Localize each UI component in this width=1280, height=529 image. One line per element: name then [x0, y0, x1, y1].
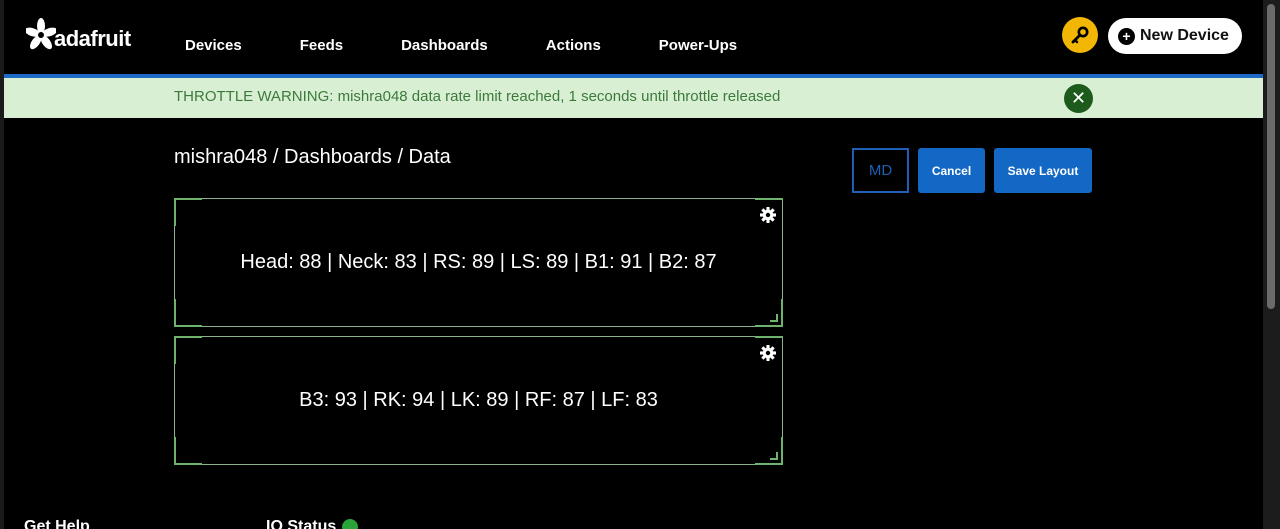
gear-icon[interactable] [760, 207, 776, 223]
new-device-label: New Device [1140, 27, 1229, 44]
page-scrollbar[interactable] [1263, 0, 1280, 529]
breadcrumb: mishra048 / Dashboards / Data [174, 146, 451, 168]
adafruit-flower-icon [26, 18, 56, 50]
gear-icon[interactable] [760, 345, 776, 361]
top-navigation-bar: adafruit Devices Feeds Dashboards Action… [4, 0, 1263, 74]
throttle-warning-text: THROTTLE WARNING: mishra048 data rate li… [174, 88, 781, 105]
throttle-warning-banner: THROTTLE WARNING: mishra048 data rate li… [4, 78, 1263, 118]
nav-power-ups[interactable]: Power-Ups [659, 37, 737, 54]
adafruit-logo[interactable]: adafruit [26, 18, 131, 50]
resize-handle[interactable] [770, 452, 778, 460]
close-icon: ✕ [1070, 88, 1087, 108]
nav-dashboards[interactable]: Dashboards [401, 37, 488, 54]
nav-actions[interactable]: Actions [546, 37, 601, 54]
logo-text: adafruit [54, 26, 131, 51]
footer-io-status[interactable]: IO Status [266, 518, 359, 529]
main-nav: Devices Feeds Dashboards Actions Power-U… [185, 37, 795, 54]
status-indicator-icon [342, 519, 359, 529]
save-layout-button[interactable]: Save Layout [994, 148, 1092, 193]
block-text-value: B3: 93 | RK: 94 | LK: 89 | RF: 87 | LF: … [299, 389, 658, 411]
io-status-label: IO Status [266, 518, 337, 529]
dashboard-block[interactable]: Head: 88 | Neck: 83 | RS: 89 | LS: 89 | … [174, 198, 783, 327]
cancel-button[interactable]: Cancel [918, 148, 985, 193]
nav-devices[interactable]: Devices [185, 37, 242, 54]
block-text-value: Head: 88 | Neck: 83 | RS: 89 | LS: 89 | … [240, 251, 717, 273]
close-banner-button[interactable]: ✕ [1064, 84, 1093, 113]
scrollbar-thumb[interactable] [1267, 4, 1275, 309]
resize-handle[interactable] [770, 314, 778, 322]
api-key-button[interactable] [1062, 17, 1098, 53]
key-icon [1071, 26, 1089, 44]
footer-get-help-link[interactable]: Get Help [24, 518, 90, 529]
new-device-button[interactable]: + New Device [1108, 18, 1242, 54]
nav-feeds[interactable]: Feeds [300, 37, 343, 54]
layout-size-md-button[interactable]: MD [852, 148, 909, 193]
dashboard-block[interactable]: B3: 93 | RK: 94 | LK: 89 | RF: 87 | LF: … [174, 336, 783, 465]
plus-circle-icon: + [1118, 27, 1135, 45]
